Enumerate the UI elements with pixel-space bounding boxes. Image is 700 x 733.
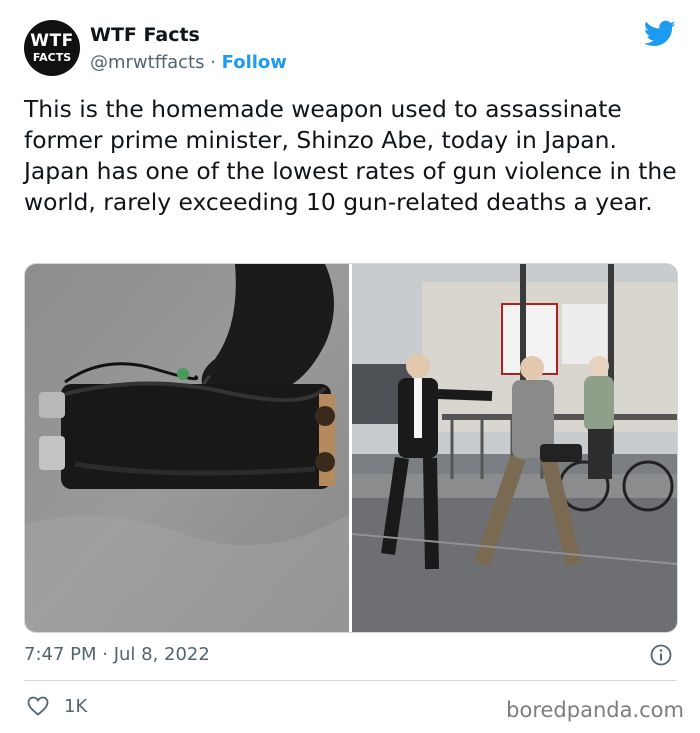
avatar[interactable]: WTF FACTS bbox=[24, 20, 80, 76]
like-count: 1K bbox=[64, 695, 88, 717]
handle[interactable]: @mrwtffacts bbox=[90, 52, 204, 73]
tweet-timestamp[interactable]: 7:47 PM · Jul 8, 2022 bbox=[24, 644, 210, 665]
author-info: WTF Facts @mrwtffacts · Follow bbox=[90, 24, 287, 73]
heart-icon bbox=[27, 696, 49, 716]
separator: · bbox=[204, 52, 222, 73]
tweet-text: This is the homemade weapon used to assa… bbox=[24, 95, 677, 216]
avatar-text-line1: WTF bbox=[30, 31, 74, 51]
display-name[interactable]: WTF Facts bbox=[90, 24, 287, 46]
handle-row: @mrwtffacts · Follow bbox=[90, 52, 287, 73]
avatar-text-line2: FACTS bbox=[32, 51, 72, 64]
homemade-weapon-photo[interactable] bbox=[25, 264, 349, 632]
arrest-scene-illustration bbox=[352, 264, 677, 632]
weapon-photo-illustration bbox=[25, 264, 349, 632]
twitter-bird-icon[interactable] bbox=[644, 20, 676, 48]
follow-button[interactable]: Follow bbox=[222, 52, 287, 73]
divider bbox=[24, 680, 676, 681]
like-button[interactable]: 1K bbox=[26, 694, 87, 718]
tweet-media[interactable] bbox=[24, 263, 678, 633]
arrest-scene-photo[interactable] bbox=[349, 264, 677, 632]
tweet-header: WTF FACTS WTF Facts @mrwtffacts · Follow bbox=[24, 20, 676, 78]
watermark: boredpanda.com bbox=[506, 698, 684, 722]
info-icon[interactable] bbox=[650, 644, 672, 666]
